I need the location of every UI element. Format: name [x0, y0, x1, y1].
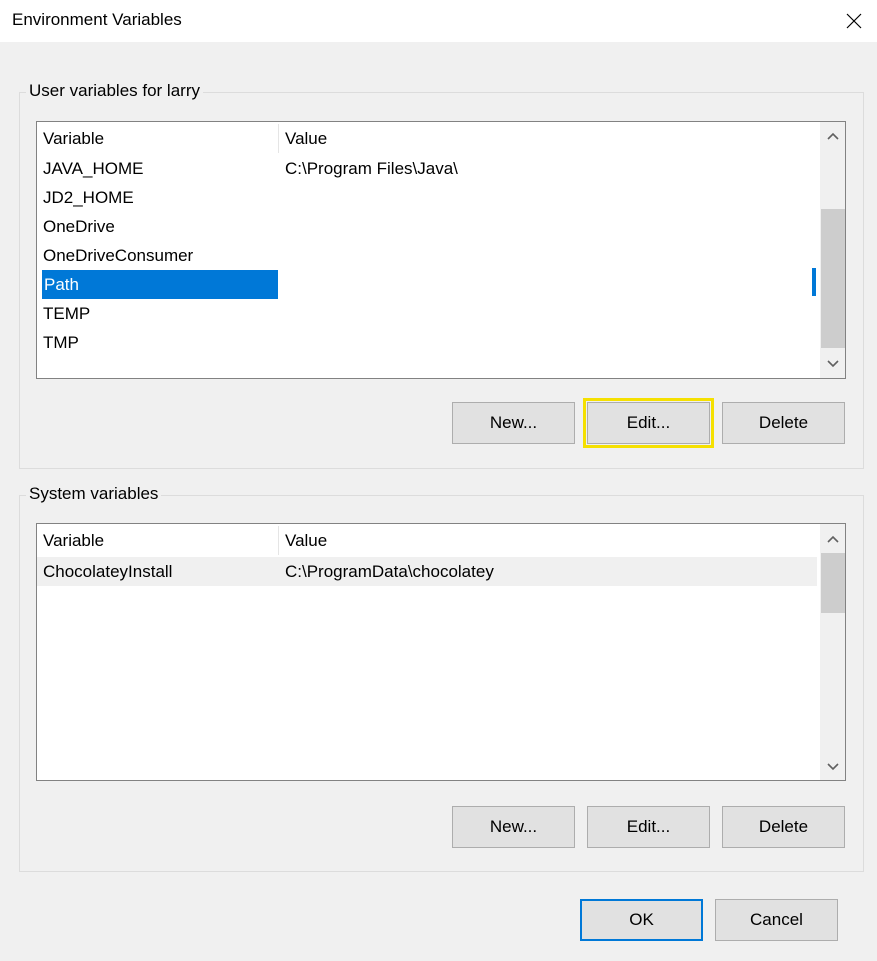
table-row[interactable]: JAVA_HOME C:\Program Files\Java\ [37, 154, 817, 183]
list-header: Variable Value [37, 526, 817, 555]
system-edit-button[interactable]: Edit... [587, 806, 710, 848]
variable-value [279, 183, 815, 212]
list-header: Variable Value [37, 124, 817, 153]
system-delete-button[interactable]: Delete [722, 806, 845, 848]
scroll-thumb[interactable] [821, 209, 845, 348]
scroll-up-button[interactable] [820, 525, 845, 553]
column-header-value[interactable]: Value [279, 526, 815, 555]
user-new-button[interactable]: New... [452, 402, 575, 444]
ok-button[interactable]: OK [580, 899, 703, 941]
variable-name: OneDrive [43, 217, 115, 236]
variable-value: C:\Program Files\Java\ [285, 159, 458, 178]
window-title: Environment Variables [12, 10, 182, 29]
table-row[interactable]: ChocolateyInstall C:\ProgramData\chocola… [37, 557, 817, 586]
column-header-variable[interactable]: Variable [37, 124, 279, 153]
user-delete-button[interactable]: Delete [722, 402, 845, 444]
variable-value [279, 270, 815, 299]
table-row[interactable]: TEMP [37, 299, 817, 328]
user-variables-label: User variables for larry [26, 81, 203, 101]
variable-name: JAVA_HOME [43, 159, 144, 178]
chevron-up-icon [826, 132, 839, 140]
variable-value [279, 299, 815, 328]
scroll-up-button[interactable] [820, 122, 845, 150]
scroll-thumb[interactable] [821, 553, 845, 613]
table-row[interactable]: OneDrive [37, 212, 817, 241]
user-variables-list[interactable]: Variable Value JAVA_HOME C:\Program File… [36, 121, 846, 379]
variable-name: JD2_HOME [43, 188, 134, 207]
chevron-down-icon [826, 763, 839, 771]
variable-name: Path [42, 270, 278, 299]
column-header-variable[interactable]: Variable [37, 526, 279, 555]
scroll-down-button[interactable] [820, 350, 845, 378]
variable-name: OneDriveConsumer [43, 246, 194, 265]
variable-value [279, 241, 815, 270]
close-button[interactable] [831, 0, 877, 42]
user-edit-button[interactable]: Edit... [583, 398, 714, 448]
variable-value: C:\ProgramData\chocolatey [285, 562, 494, 581]
variable-value [279, 328, 815, 357]
scroll-down-button[interactable] [820, 753, 845, 780]
system-new-button[interactable]: New... [452, 806, 575, 848]
variable-name: TMP [43, 333, 79, 352]
variable-name: TEMP [43, 304, 91, 323]
vertical-scrollbar[interactable] [820, 122, 845, 378]
system-variables-label: System variables [26, 484, 162, 504]
variable-value [279, 212, 815, 241]
selection-focus-indicator [812, 268, 816, 296]
table-row[interactable]: JD2_HOME [37, 183, 817, 212]
vertical-scrollbar[interactable] [820, 524, 845, 780]
table-row[interactable]: OneDriveConsumer [37, 241, 817, 270]
chevron-up-icon [826, 535, 839, 543]
cancel-button[interactable]: Cancel [715, 899, 838, 941]
chevron-down-icon [826, 360, 839, 368]
system-variables-list[interactable]: Variable Value ChocolateyInstall C:\Prog… [36, 523, 846, 781]
title-bar: Environment Variables [0, 0, 877, 42]
close-icon [846, 13, 862, 29]
variable-name: ChocolateyInstall [43, 562, 173, 581]
column-header-value[interactable]: Value [279, 124, 815, 153]
table-row-selected[interactable]: Path [37, 270, 817, 299]
table-row[interactable]: TMP [37, 328, 817, 357]
